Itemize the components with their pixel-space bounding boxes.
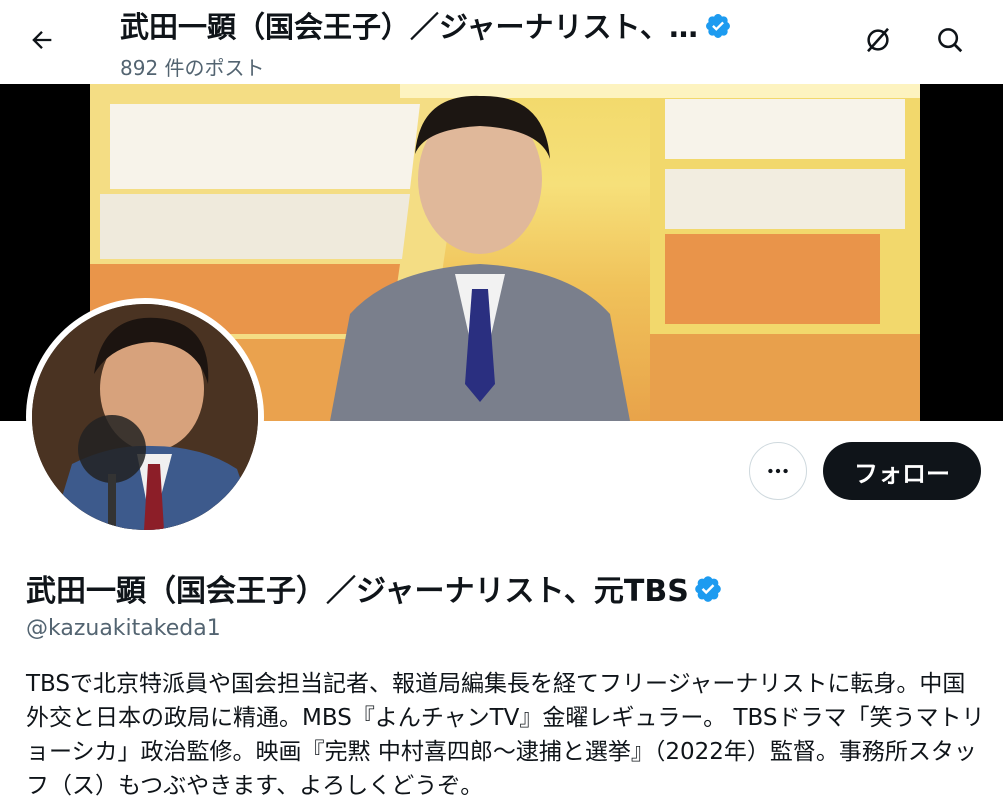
profile-handle: @kazuakitakeda1 xyxy=(26,616,221,641)
search-icon xyxy=(938,28,963,53)
header-title: 武田一顕（国会王子）／ジャーナリスト、… xyxy=(120,4,732,47)
hide-button[interactable] xyxy=(858,20,898,60)
top-bar: 武田一顕（国会王子）／ジャーナリスト、… 892 件のポスト xyxy=(0,0,1003,84)
more-button[interactable] xyxy=(749,442,807,500)
verified-badge-icon xyxy=(693,574,723,612)
post-count: 892 件のポスト xyxy=(120,56,265,80)
profile-bio: TBSで北京特派員や国会担当記者、報道局編集長を経てフリージャーナリストに転身。… xyxy=(26,671,985,799)
avatar-image xyxy=(32,304,258,530)
profile-name-text: 武田一顕（国会王子）／ジャーナリスト、元TBS xyxy=(26,574,689,609)
arrow-left-icon xyxy=(32,31,52,49)
header-title-text: 武田一顕（国会王子）／ジャーナリスト、… xyxy=(120,10,698,44)
search-button[interactable] xyxy=(930,20,970,60)
profile-name: 武田一顕（国会王子）／ジャーナリスト、元TBS xyxy=(26,566,723,612)
more-horizontal-icon xyxy=(768,468,788,474)
verified-badge-icon xyxy=(704,12,732,47)
no-symbol-icon xyxy=(867,27,889,53)
back-button[interactable] xyxy=(22,20,62,60)
follow-button[interactable]: フォロー xyxy=(823,442,981,500)
avatar[interactable] xyxy=(26,298,264,536)
